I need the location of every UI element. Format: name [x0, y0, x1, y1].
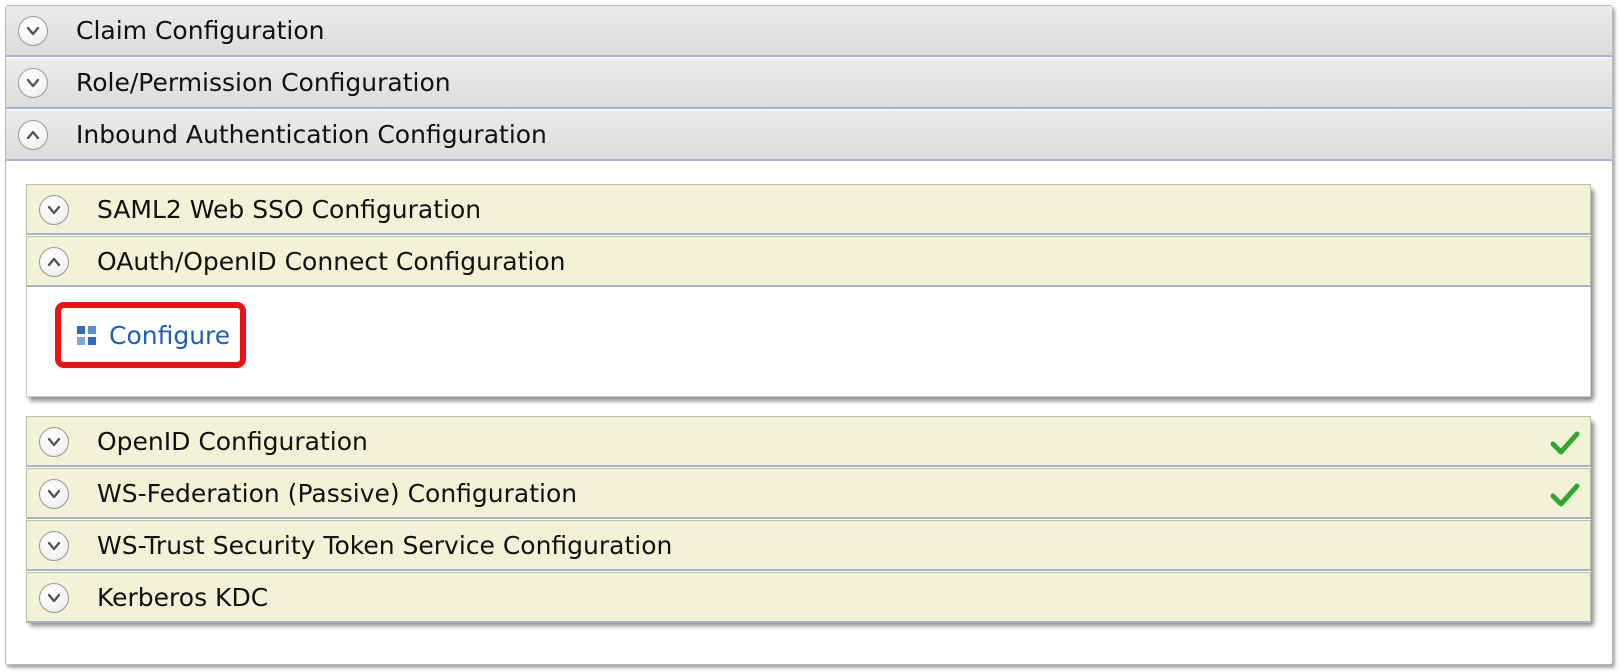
oauth-openid-connect-configuration-header[interactable]: OAuth/OpenID Connect Configuration	[26, 236, 1591, 287]
inbound-group-top: SAML2 Web SSO Configuration OAuth/OpenID…	[26, 184, 1591, 397]
inbound-authentication-configuration-header[interactable]: Inbound Authentication Configuration	[6, 110, 1612, 161]
chevron-up-icon[interactable]	[39, 247, 69, 277]
chevron-down-icon[interactable]	[39, 583, 69, 613]
ws-trust-sts-configuration-header[interactable]: WS-Trust Security Token Service Configur…	[26, 520, 1591, 571]
chevron-down-icon[interactable]	[39, 427, 69, 457]
saml2-web-sso-configuration-header[interactable]: SAML2 Web SSO Configuration	[26, 184, 1591, 235]
oauth-openid-connect-configuration-title: OAuth/OpenID Connect Configuration	[97, 247, 566, 276]
service-provider-config-panel: Claim Configuration Role/Permission Conf…	[5, 5, 1613, 665]
kerberos-kdc-header[interactable]: Kerberos KDC	[26, 572, 1591, 623]
openid-configuration-header[interactable]: OpenID Configuration	[26, 416, 1591, 467]
kerberos-kdc-title: Kerberos KDC	[97, 583, 269, 612]
role-permission-configuration-header[interactable]: Role/Permission Configuration	[6, 58, 1612, 109]
claim-configuration-header[interactable]: Claim Configuration	[6, 6, 1612, 57]
chevron-down-icon[interactable]	[39, 531, 69, 561]
checkmark-icon	[1550, 483, 1580, 507]
configure-highlight-box: Configure	[55, 302, 246, 368]
chevron-down-icon[interactable]	[18, 68, 48, 98]
ws-federation-configuration-header[interactable]: WS-Federation (Passive) Configuration	[26, 468, 1591, 519]
oauth-configuration-body: Configure	[26, 287, 1591, 397]
saml2-web-sso-configuration-title: SAML2 Web SSO Configuration	[97, 195, 482, 224]
grid-icon	[77, 325, 96, 345]
configure-link[interactable]: Configure	[77, 321, 230, 350]
chevron-down-icon[interactable]	[18, 16, 48, 46]
configure-link-label: Configure	[109, 321, 231, 350]
ws-trust-sts-configuration-title: WS-Trust Security Token Service Configur…	[97, 531, 673, 560]
inbound-authentication-configuration-title: Inbound Authentication Configuration	[76, 120, 547, 149]
openid-configuration-title: OpenID Configuration	[97, 427, 368, 456]
chevron-down-icon[interactable]	[39, 479, 69, 509]
claim-configuration-title: Claim Configuration	[76, 16, 325, 45]
checkmark-icon	[1550, 431, 1580, 455]
chevron-down-icon[interactable]	[39, 195, 69, 225]
chevron-up-icon[interactable]	[18, 120, 48, 150]
role-permission-configuration-title: Role/Permission Configuration	[76, 68, 451, 97]
ws-federation-configuration-title: WS-Federation (Passive) Configuration	[97, 479, 578, 508]
inbound-group-bottom: OpenID Configuration WS-Federation (Pass…	[26, 416, 1591, 623]
